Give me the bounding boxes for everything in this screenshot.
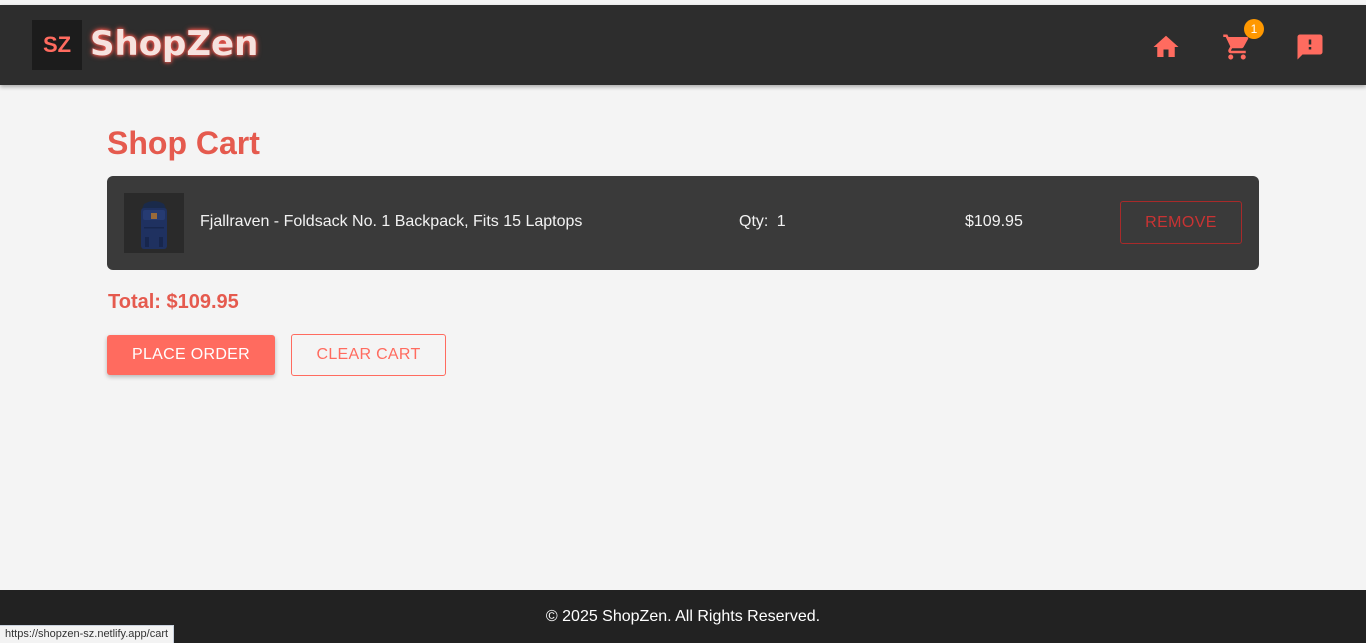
remove-button[interactable]: REMOVE	[1120, 201, 1242, 244]
footer: © 2025 ShopZen. All Rights Reserved.	[0, 590, 1366, 643]
navbar: SZ ShopZen	[0, 5, 1366, 85]
quantity-label: Qty:	[739, 213, 769, 230]
quantity-value: 1	[776, 213, 786, 230]
product-price: $109.95	[965, 213, 1023, 230]
home-icon[interactable]	[1151, 32, 1181, 62]
cart-total: Total: $109.95	[108, 291, 239, 313]
status-bar-url: https://shopzen-sz.netlify.app/cart	[0, 625, 175, 643]
cart-count-badge: 1	[1244, 19, 1264, 39]
feedback-icon[interactable]	[1295, 32, 1325, 62]
logo-badge[interactable]: SZ	[32, 20, 82, 70]
clear-cart-button[interactable]: CLEAR CART	[291, 334, 446, 376]
product-quantity: Qty: 1	[739, 213, 786, 231]
cart-item: Fjallraven - Foldsack No. 1 Backpack, Fi…	[107, 176, 1259, 270]
backpack-image	[124, 193, 184, 253]
page-title: Shop Cart	[107, 125, 260, 161]
copyright-text: © 2025 ShopZen. All Rights Reserved.	[545, 608, 821, 625]
brand-name[interactable]: ShopZen	[90, 24, 258, 64]
product-name[interactable]: Fjallraven - Foldsack No. 1 Backpack, Fi…	[200, 213, 582, 231]
product-thumbnail	[124, 193, 184, 253]
place-order-button[interactable]: PLACE ORDER	[107, 335, 275, 375]
